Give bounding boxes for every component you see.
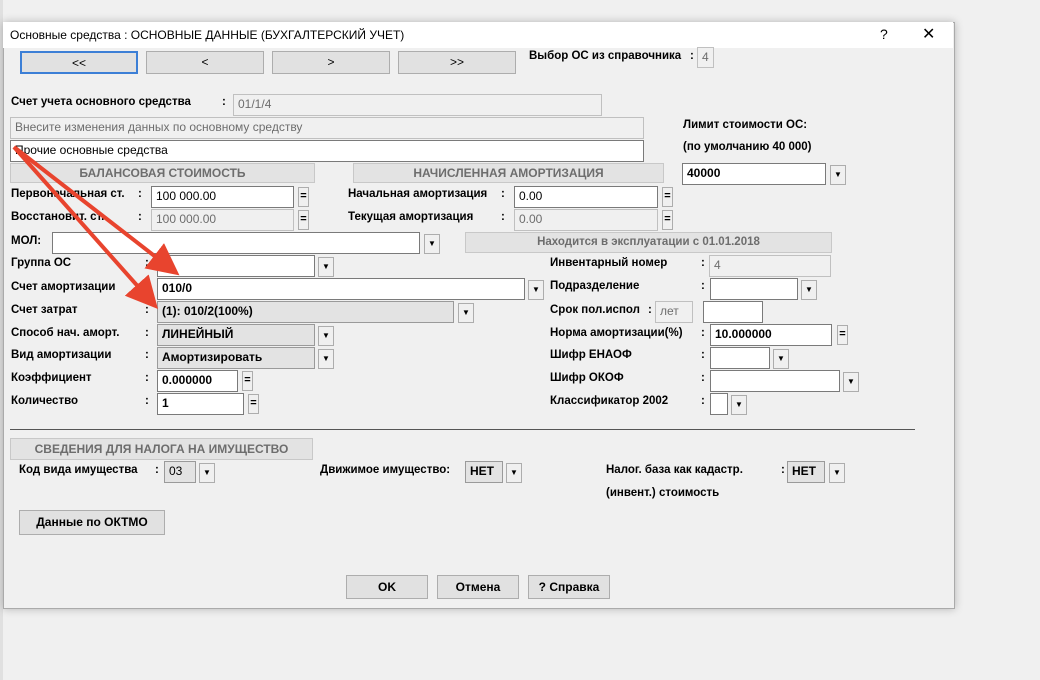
annotation-arrows xyxy=(12,145,180,309)
arrow-to-cost-account xyxy=(12,145,158,309)
arrow-to-group xyxy=(12,145,180,276)
